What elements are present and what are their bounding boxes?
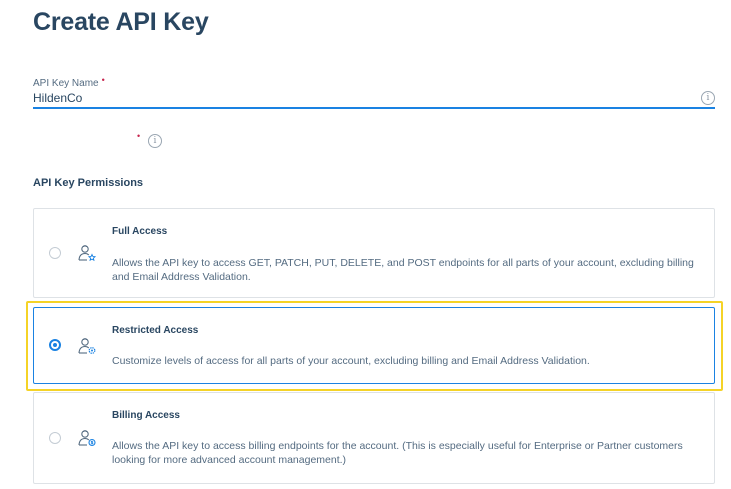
restricted-access-title: Restricted Access bbox=[112, 325, 199, 336]
user-star-icon bbox=[78, 245, 97, 262]
full-access-radio[interactable] bbox=[49, 247, 61, 259]
billing-access-title: Billing Access bbox=[112, 410, 180, 421]
full-access-title: Full Access bbox=[112, 226, 168, 237]
required-marker: • bbox=[101, 75, 105, 85]
billing-access-radio[interactable] bbox=[49, 432, 61, 444]
info-icon[interactable]: i bbox=[148, 134, 162, 148]
user-gear-icon bbox=[78, 338, 96, 354]
api-key-name-input[interactable] bbox=[33, 89, 715, 109]
required-marker: • bbox=[137, 131, 141, 141]
page-title: Create API Key bbox=[33, 8, 209, 36]
full-access-description: Allows the API key to access GET, PATCH,… bbox=[112, 257, 694, 283]
api-key-name-label: API Key Name • bbox=[33, 75, 105, 89]
restricted-access-radio[interactable] bbox=[49, 339, 61, 351]
info-icon[interactable]: i bbox=[701, 91, 715, 105]
permissions-heading: API Key Permissions bbox=[33, 177, 144, 189]
restricted-access-description: Customize levels of access for all parts… bbox=[112, 355, 590, 367]
user-dollar-icon bbox=[78, 430, 96, 447]
permission-option-billing-access[interactable]: Billing Access Allows the API key to acc… bbox=[33, 392, 715, 484]
permission-option-restricted-access[interactable]: Restricted Access Customize levels of ac… bbox=[33, 307, 715, 384]
billing-access-description: Allows the API key to access billing end… bbox=[112, 440, 683, 466]
permission-option-full-access[interactable]: Full Access Allows the API key to access… bbox=[33, 208, 715, 298]
api-key-name-label-text: API Key Name bbox=[33, 78, 99, 89]
